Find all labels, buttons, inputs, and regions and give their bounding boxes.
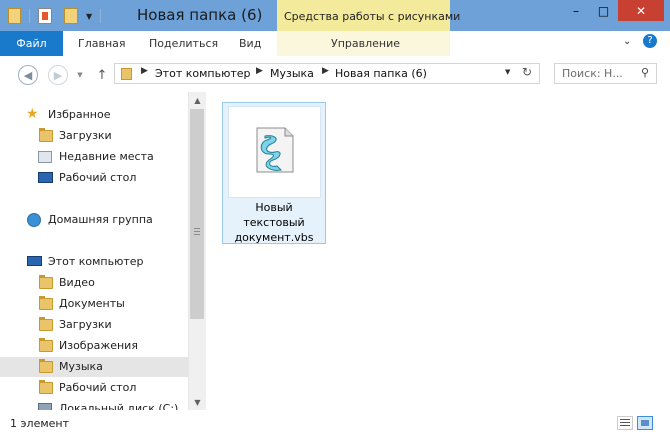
help-icon[interactable]: ? xyxy=(643,34,657,48)
divider xyxy=(29,9,30,23)
nav-label: Музыка xyxy=(59,360,103,373)
nav-scrollbar[interactable]: ▲ ▼ xyxy=(188,92,206,410)
scroll-thumb[interactable] xyxy=(190,109,204,319)
nav-item-local-disk[interactable]: Локальный диск (C:) xyxy=(0,399,188,410)
chevron-right-icon[interactable]: ▶ xyxy=(322,66,329,76)
folder-icon xyxy=(39,317,53,331)
nav-item-videos[interactable]: Видео xyxy=(0,273,188,293)
search-placeholder: Поиск: Н... xyxy=(562,67,623,80)
status-bar: 1 элемент xyxy=(0,410,670,442)
tab-share[interactable]: Поделиться xyxy=(149,37,218,50)
nav-item-desktop[interactable]: Рабочий стол xyxy=(0,168,188,188)
details-view-icon[interactable] xyxy=(617,416,633,430)
chevron-right-icon[interactable]: ▶ xyxy=(256,66,263,76)
file-name: Новый текстовый документ.vbs xyxy=(234,201,314,244)
star-icon: ★ xyxy=(26,106,39,122)
nav-item-downloads[interactable]: Загрузки xyxy=(0,126,188,146)
desktop-icon xyxy=(38,172,53,183)
context-tab-label: Средства работы с рисунками xyxy=(284,10,461,23)
folder-icon xyxy=(39,359,53,373)
title-bar: ▼ Новая папка (6) Средства работы с рису… xyxy=(0,0,670,31)
homegroup-icon xyxy=(27,213,41,227)
search-icon[interactable]: ⚲ xyxy=(641,66,649,79)
nav-label: Локальный диск (C:) xyxy=(59,402,179,410)
nav-label: Рабочий стол xyxy=(59,171,137,184)
breadcrumb-computer[interactable]: Этот компьютер xyxy=(155,67,251,80)
chevron-right-icon: ▶ xyxy=(141,66,148,76)
chevron-down-icon[interactable]: ▼ xyxy=(86,12,92,21)
chevron-down-icon[interactable]: ▼ xyxy=(505,68,510,76)
breadcrumb-music[interactable]: Музыка xyxy=(270,67,314,80)
ribbon-tabs: Файл Главная Поделиться Вид Управление ⌄… xyxy=(0,31,670,57)
nav-label: Изображения xyxy=(59,339,138,352)
nav-item-documents[interactable]: Документы xyxy=(0,294,188,314)
navigation-pane: ★ Избранное Загрузки Недавние места Рабо… xyxy=(0,92,188,410)
nav-item-recent[interactable]: Недавние места xyxy=(0,147,188,167)
drive-icon xyxy=(38,403,52,410)
scroll-down-icon[interactable]: ▼ xyxy=(189,394,206,410)
ribbon-expand-icon[interactable]: ⌄ xyxy=(623,36,631,47)
recent-places-icon xyxy=(38,151,52,163)
recent-locations-icon[interactable]: ▼ xyxy=(74,65,86,85)
folder-icon xyxy=(121,68,132,80)
quick-access-toolbar: ▼ xyxy=(8,6,109,26)
scroll-up-icon[interactable]: ▲ xyxy=(189,92,206,108)
item-count: 1 элемент xyxy=(10,417,69,430)
nav-item-desktop-pc[interactable]: Рабочий стол xyxy=(0,378,188,398)
computer-icon xyxy=(27,256,42,266)
nav-item-downloads-pc[interactable]: Загрузки xyxy=(0,315,188,335)
nav-item-pictures[interactable]: Изображения xyxy=(0,336,188,356)
nav-label: Домашняя группа xyxy=(48,213,153,226)
window-title: Новая папка (6) xyxy=(137,6,263,24)
navigation-bar: ◀ ▶ ▼ ↑ ▶ Этот компьютер ▶ Музыка ▶ Нова… xyxy=(0,56,670,92)
divider xyxy=(100,9,102,23)
folder-icon xyxy=(39,338,53,352)
new-folder-icon[interactable] xyxy=(64,8,78,24)
file-item[interactable]: Новый текстовый документ.vbs xyxy=(222,102,326,244)
file-thumbnail xyxy=(228,106,321,198)
nav-homegroup[interactable]: Домашняя группа xyxy=(0,210,188,230)
nav-label: Загрузки xyxy=(59,129,112,142)
search-input[interactable]: Поиск: Н... ⚲ xyxy=(554,63,657,84)
nav-this-pc[interactable]: Этот компьютер xyxy=(0,252,188,272)
refresh-icon[interactable]: ↻ xyxy=(522,65,532,79)
nav-favorites[interactable]: ★ Избранное xyxy=(0,105,188,125)
tab-home[interactable]: Главная xyxy=(78,37,126,50)
nav-label: Загрузки xyxy=(59,318,112,331)
vbs-script-icon xyxy=(256,127,294,173)
breadcrumb-current[interactable]: Новая папка (6) xyxy=(335,67,427,80)
tab-file[interactable]: Файл xyxy=(0,31,63,56)
tab-view[interactable]: Вид xyxy=(239,37,261,50)
nav-label: Этот компьютер xyxy=(48,255,144,268)
address-bar[interactable]: ▶ Этот компьютер ▶ Музыка ▶ Новая папка … xyxy=(114,63,540,84)
folder-icon xyxy=(8,8,21,24)
explorer-window: ▼ Новая папка (6) Средства работы с рису… xyxy=(0,0,670,442)
up-arrow-icon[interactable]: ↑ xyxy=(92,65,112,85)
nav-item-music[interactable]: Музыка xyxy=(0,357,188,377)
minimize-button[interactable]: – xyxy=(563,0,589,21)
maximize-button[interactable]: □ xyxy=(590,0,617,21)
close-button[interactable]: ✕ xyxy=(618,0,664,21)
folder-icon xyxy=(39,296,53,310)
nav-label: Видео xyxy=(59,276,95,289)
properties-icon[interactable] xyxy=(38,8,52,24)
back-button[interactable]: ◀ xyxy=(18,65,38,85)
file-list: Новый текстовый документ.vbs xyxy=(206,92,670,410)
tab-manage[interactable]: Управление xyxy=(331,37,400,50)
nav-label: Документы xyxy=(59,297,125,310)
nav-label: Недавние места xyxy=(59,150,154,163)
folder-icon xyxy=(39,128,53,142)
folder-icon xyxy=(39,380,53,394)
folder-icon xyxy=(39,275,53,289)
nav-label: Рабочий стол xyxy=(59,381,137,394)
forward-button[interactable]: ▶ xyxy=(48,65,68,85)
nav-label: Избранное xyxy=(48,108,111,121)
large-icons-view-icon[interactable] xyxy=(637,416,653,430)
